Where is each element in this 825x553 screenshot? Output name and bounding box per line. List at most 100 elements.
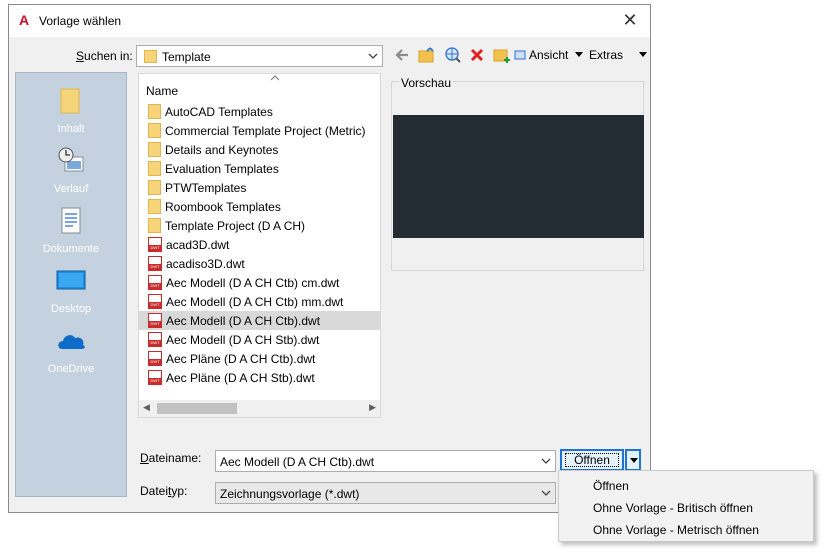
folder-icon [144,50,157,63]
open-button[interactable]: Öffnen [560,449,624,471]
file-row[interactable]: Aec Modell (D A CH Ctb) mm.dwt [139,292,380,311]
file-list[interactable]: Name AutoCAD Templates Commercial Templat… [138,73,381,418]
sort-ascending-icon [271,75,279,81]
back-arrow-icon [395,49,408,61]
dwt-file-icon [148,237,162,252]
menu-item-open[interactable]: Öffnen [593,479,629,493]
file-row[interactable]: Aec Modell (D A CH Ctb) cm.dwt [139,273,380,292]
folder-icon [148,104,161,119]
chevron-down-icon [541,458,551,464]
file-row[interactable]: Aec Pläne (D A CH Stb).dwt [139,368,380,387]
view-icon [514,50,526,60]
dwt-file-icon [148,256,162,271]
menu-item-open-imperial[interactable]: Ohne Vorlage - Britisch öffnen [593,501,753,515]
delete-x-icon [470,48,484,62]
folder-row[interactable]: AutoCAD Templates [139,102,380,121]
back-button[interactable] [394,45,410,65]
tools-menu-button[interactable]: Extras [575,45,623,65]
tools-dropdown-arrow[interactable] [639,45,647,65]
filetype-dropdown[interactable]: Zeichnungsvorlage (*.dwt) [215,482,556,504]
folder-row[interactable]: Details and Keynotes [139,140,380,159]
dwt-file-icon [148,294,162,309]
search-web-button[interactable] [444,45,462,65]
row-label: Aec Pläne (D A CH Ctb).dwt [166,351,316,366]
file-row[interactable]: Aec Modell (D A CH Stb).dwt [139,330,380,349]
open-options-dropdown-button[interactable] [625,449,641,471]
row-label: Details and Keynotes [165,142,279,157]
place-label: OneDrive [47,363,95,375]
new-folder-icon [493,49,510,63]
folder-icon [148,180,161,195]
file-row[interactable]: Aec Modell (D A CH Ctb).dwt [139,311,380,330]
folder-up-icon [418,47,434,63]
chevron-down-icon [368,53,378,59]
column-header-name[interactable]: Name [139,74,380,102]
autocad-logo-icon: A [19,12,30,28]
up-folder-button[interactable] [418,45,436,65]
row-label: Aec Modell (D A CH Ctb) cm.dwt [166,275,340,290]
place-inhalt[interactable]: Inhalt [16,85,126,135]
filename-label: Dateiname: [140,451,202,465]
row-label: acad3D.dwt [166,237,230,252]
filename-label-text: ateiname: [148,451,202,465]
place-label: Dokumente [42,243,100,255]
row-label: Roombook Templates [165,199,281,214]
row-label: acadiso3D.dwt [166,256,245,271]
select-template-dialog: A Vorlage wählen ✕ Suchen in: Template A… [8,4,651,513]
preview-label: Vorschau [399,76,454,90]
dwt-file-icon [148,370,162,385]
file-row[interactable]: acad3D.dwt [139,235,380,254]
caret-down-icon [639,52,647,57]
place-desktop[interactable]: Desktop [16,265,126,315]
place-onedrive[interactable]: OneDrive [16,325,126,375]
scroll-left-icon[interactable]: ◀ [143,402,150,413]
folder-row[interactable]: Evaluation Templates [139,159,380,178]
scroll-right-icon[interactable]: ▶ [369,402,376,413]
filetype-label: Dateityp: [140,484,188,498]
folder-row[interactable]: Commercial Template Project (Metric) [139,121,380,140]
place-label: Inhalt [57,123,85,135]
menu-item-open-metric[interactable]: Ohne Vorlage - Metrisch öffnen [593,523,759,537]
focus-rect [565,453,619,467]
scrollbar-thumb[interactable] [157,403,237,414]
row-label: Aec Modell (D A CH Stb).dwt [166,332,320,347]
lookin-label: Suchen in: [76,49,133,63]
row-label: Template Project (D A CH) [165,218,306,233]
file-row[interactable]: acadiso3D.dwt [139,254,380,273]
folder-icon [55,85,87,117]
new-folder-button[interactable] [493,45,511,65]
filetype-value: Zeichnungsvorlage (*.dwt) [220,487,360,501]
filename-value: Aec Modell (D A CH Ctb).dwt [220,455,375,469]
lookin-label-text: uchen in: [84,49,133,63]
delete-button[interactable] [470,45,484,65]
row-label: Aec Modell (D A CH Ctb).dwt [166,313,321,328]
dwt-file-icon [148,332,162,347]
place-dokumente[interactable]: Dokumente [16,205,126,255]
folder-row[interactable]: Roombook Templates [139,197,380,216]
horizontal-scrollbar[interactable]: ◀ ▶ [139,400,380,417]
window-title: Vorlage wählen [39,14,122,28]
row-label: Evaluation Templates [165,161,279,176]
title-bar: A Vorlage wählen ✕ [9,5,650,37]
tools-label: Extras [589,48,624,62]
filetype-label-text-b: yp: [171,484,188,498]
filename-input[interactable]: Aec Modell (D A CH Ctb).dwt [215,450,556,472]
lookin-value: Template [162,50,211,64]
file-row[interactable]: Aec Pläne (D A CH Ctb).dwt [139,349,380,368]
open-options-menu: Öffnen Ohne Vorlage - Britisch öffnen Oh… [558,470,814,542]
lookin-dropdown[interactable]: Template [136,45,383,67]
folder-row[interactable]: PTWTemplates [139,178,380,197]
column-header-label: Name [146,84,179,98]
history-icon [55,145,87,177]
row-label: Aec Modell (D A CH Ctb) mm.dwt [166,294,344,309]
filetype-label-text-a: Datei [140,484,169,498]
place-verlauf[interactable]: Verlauf [16,145,126,195]
folder-row[interactable]: Template Project (D A CH) [139,216,380,235]
place-label: Verlauf [53,183,89,195]
row-label: PTWTemplates [165,180,247,195]
row-label: Commercial Template Project (Metric) [165,123,366,138]
view-menu-button[interactable]: Ansicht [514,45,568,65]
close-icon[interactable]: ✕ [620,10,640,30]
places-bar: Inhalt Verlauf Dokumente Desktop OneDriv… [15,72,127,497]
dwt-file-icon [148,351,162,366]
